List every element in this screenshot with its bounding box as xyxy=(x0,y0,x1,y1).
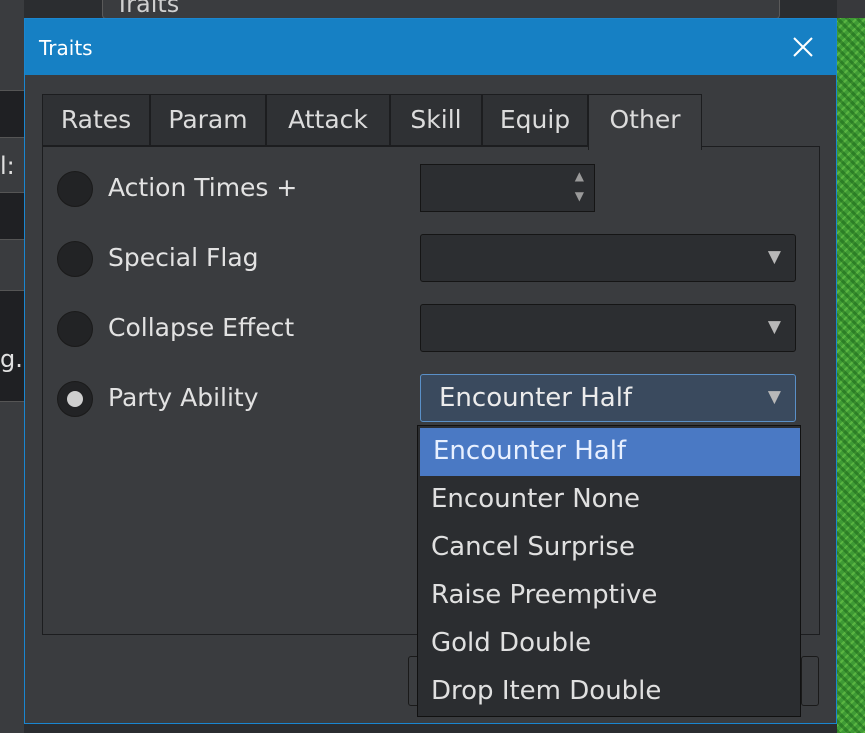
tab-rates[interactable]: Rates xyxy=(42,94,150,146)
background-field xyxy=(0,90,24,138)
tab-other[interactable]: Other xyxy=(588,94,702,150)
close-icon xyxy=(793,37,813,57)
chevron-down-icon: ▼ xyxy=(767,387,781,407)
close-button[interactable] xyxy=(785,29,821,65)
spin-down-icon[interactable]: ▼ xyxy=(575,189,584,203)
cancel-button[interactable] xyxy=(801,656,819,706)
tab-equip[interactable]: Equip xyxy=(482,94,588,146)
tab-skill[interactable]: Skill xyxy=(390,94,482,146)
action-times-radio[interactable] xyxy=(57,171,93,207)
background-label: l: xyxy=(0,152,15,180)
chevron-down-icon: ▼ xyxy=(767,317,781,337)
tab-param[interactable]: Param xyxy=(150,94,266,146)
collapse-effect-combo[interactable]: ▼ xyxy=(420,304,796,352)
background-label: g. xyxy=(0,345,23,373)
party-ability-combo[interactable]: Encounter Half ▼ xyxy=(420,374,796,422)
dropdown-item-gold-double[interactable]: Gold Double xyxy=(418,620,800,668)
party-ability-label: Party Ability xyxy=(108,383,259,412)
party-ability-dropdown: Encounter Half Encounter None Cancel Sur… xyxy=(417,425,801,717)
map-grass-tile xyxy=(837,18,865,733)
collapse-effect-label: Collapse Effect xyxy=(108,313,295,342)
spin-up-icon[interactable]: ▲ xyxy=(575,169,584,183)
dropdown-item-drop-item-double[interactable]: Drop Item Double xyxy=(418,668,800,716)
tab-attack[interactable]: Attack xyxy=(266,94,390,146)
dropdown-item-encounter-none[interactable]: Encounter None xyxy=(418,476,800,524)
action-times-label: Action Times + xyxy=(108,173,298,202)
dialog-titlebar: Traits xyxy=(25,19,836,75)
action-times-spinner[interactable]: ▲ ▼ xyxy=(420,164,595,212)
dialog-title: Traits xyxy=(39,36,93,60)
dropdown-item-encounter-half[interactable]: Encounter Half xyxy=(420,428,800,476)
party-ability-radio[interactable] xyxy=(57,381,93,417)
radio-selected-dot xyxy=(67,391,83,407)
dropdown-item-raise-preemptive[interactable]: Raise Preemptive xyxy=(418,572,800,620)
chevron-down-icon: ▼ xyxy=(767,247,781,267)
background-field xyxy=(0,192,24,240)
dropdown-item-cancel-surprise[interactable]: Cancel Surprise xyxy=(418,524,800,572)
special-flag-label: Special Flag xyxy=(108,243,259,272)
background-panel-title: Traits xyxy=(115,0,180,18)
special-flag-radio[interactable] xyxy=(57,241,93,277)
collapse-effect-radio[interactable] xyxy=(57,311,93,347)
special-flag-combo[interactable]: ▼ xyxy=(420,234,796,282)
party-ability-value: Encounter Half xyxy=(439,383,633,413)
background-traits-panel: Traits xyxy=(102,0,780,19)
